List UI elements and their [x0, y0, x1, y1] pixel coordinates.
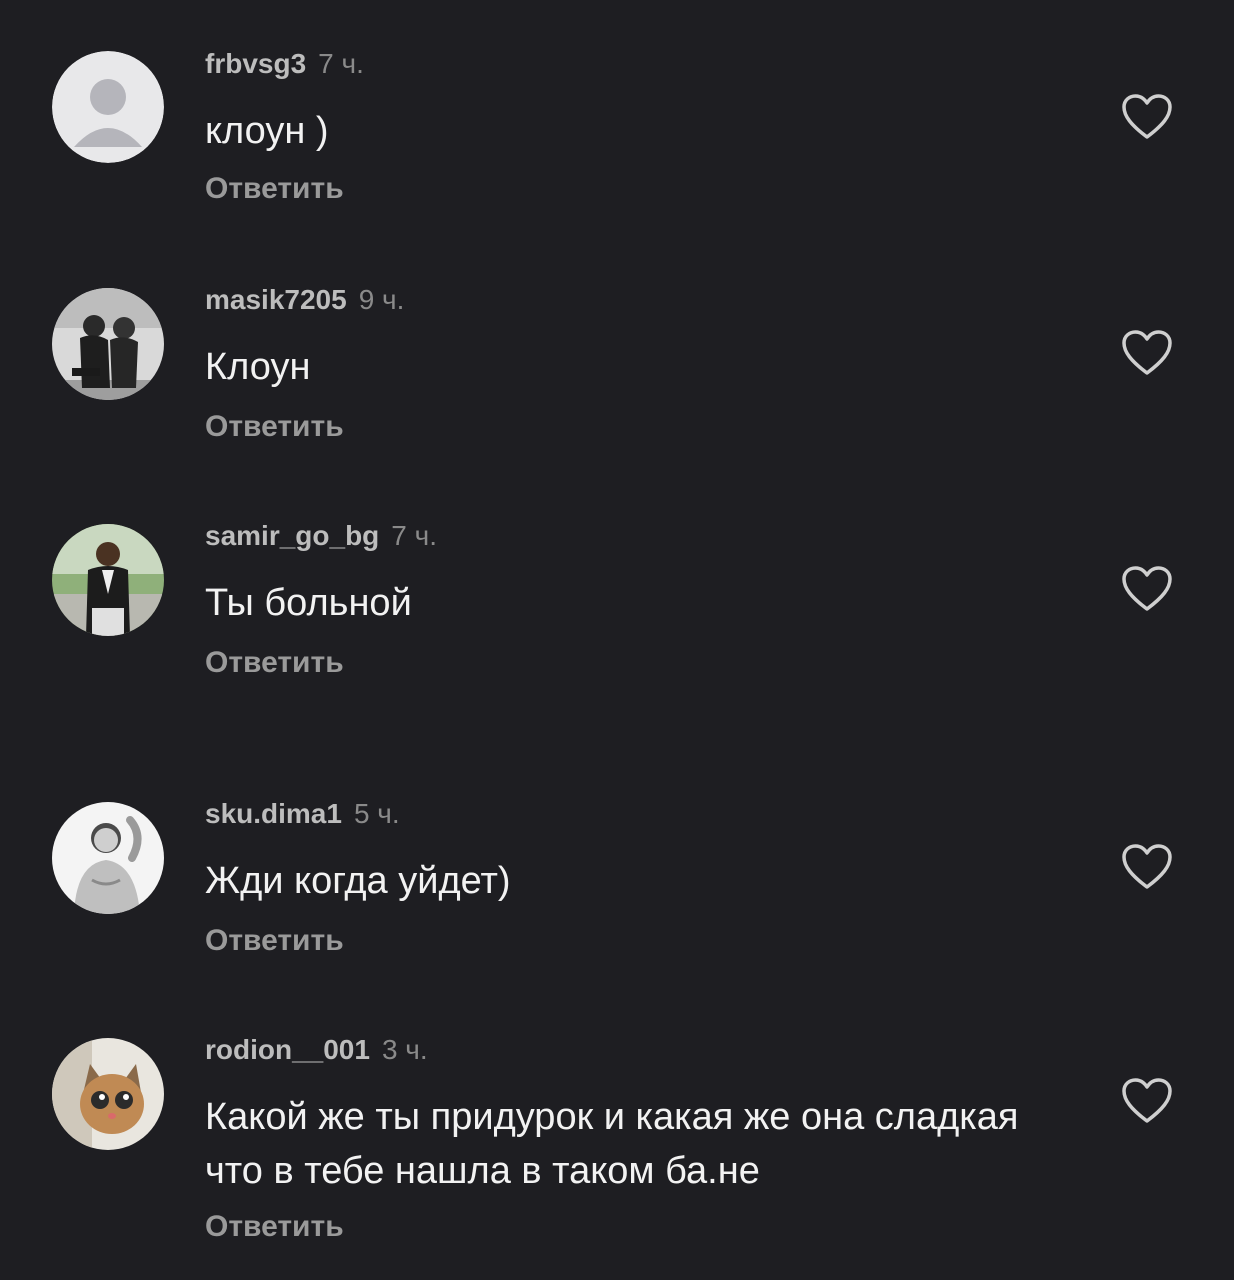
timestamp: 3 ч.: [381, 1034, 428, 1065]
comment-text: Какой же ты придурок и какая же она слад…: [205, 1096, 1019, 1192]
avatar[interactable]: [52, 1038, 164, 1150]
heart-outline-icon: [1122, 566, 1172, 611]
username[interactable]: rodion__001: [205, 1034, 370, 1066]
like-button[interactable]: [1120, 842, 1174, 892]
timestamp: 7 ч.: [318, 48, 364, 79]
cat-photo-avatar-icon: [52, 1038, 164, 1150]
username[interactable]: masik7205: [205, 284, 347, 316]
timestamp: 5 ч.: [353, 798, 400, 829]
like-button[interactable]: [1120, 92, 1174, 142]
heart-outline-icon: [1122, 1078, 1172, 1123]
timestamp: 9 ч.: [358, 284, 405, 315]
avatar[interactable]: [52, 802, 164, 914]
username[interactable]: samir_go_bg: [205, 520, 379, 552]
comment-meta: rodion__001 3 ч.: [205, 1034, 428, 1070]
heart-outline-icon: [1122, 844, 1172, 889]
reply-button[interactable]: Ответить: [205, 172, 344, 206]
photo-avatar-icon: [52, 288, 164, 400]
comment-text: Ты больной: [205, 582, 412, 624]
comment-meta: sku.dima1 5 ч.: [205, 798, 400, 834]
comment-meta: frbvsg3 7 ч.: [205, 48, 364, 84]
username[interactable]: frbvsg3: [205, 48, 306, 80]
comment-text: клоун ): [205, 110, 329, 152]
reply-button[interactable]: Ответить: [205, 410, 344, 444]
reply-button[interactable]: Ответить: [205, 646, 344, 680]
comment-text: Жди когда уйдет): [205, 860, 511, 902]
like-button[interactable]: [1120, 1076, 1174, 1126]
like-button[interactable]: [1120, 564, 1174, 614]
avatar[interactable]: [52, 524, 164, 636]
timestamp: 7 ч.: [391, 520, 437, 551]
heart-outline-icon: [1122, 330, 1172, 375]
photo-avatar-icon: [52, 524, 164, 636]
comment-meta: masik7205 9 ч.: [205, 284, 404, 320]
comment-text: Клоун: [205, 346, 311, 388]
avatar[interactable]: [52, 288, 164, 400]
reply-button[interactable]: Ответить: [205, 924, 344, 958]
default-user-icon: [52, 51, 164, 163]
username[interactable]: sku.dima1: [205, 798, 342, 830]
like-button[interactable]: [1120, 328, 1174, 378]
avatar[interactable]: [52, 51, 164, 163]
photo-avatar-icon: [52, 802, 164, 914]
heart-outline-icon: [1122, 94, 1172, 139]
reply-button[interactable]: Ответить: [205, 1210, 344, 1244]
comment-meta: samir_go_bg 7 ч.: [205, 520, 437, 556]
